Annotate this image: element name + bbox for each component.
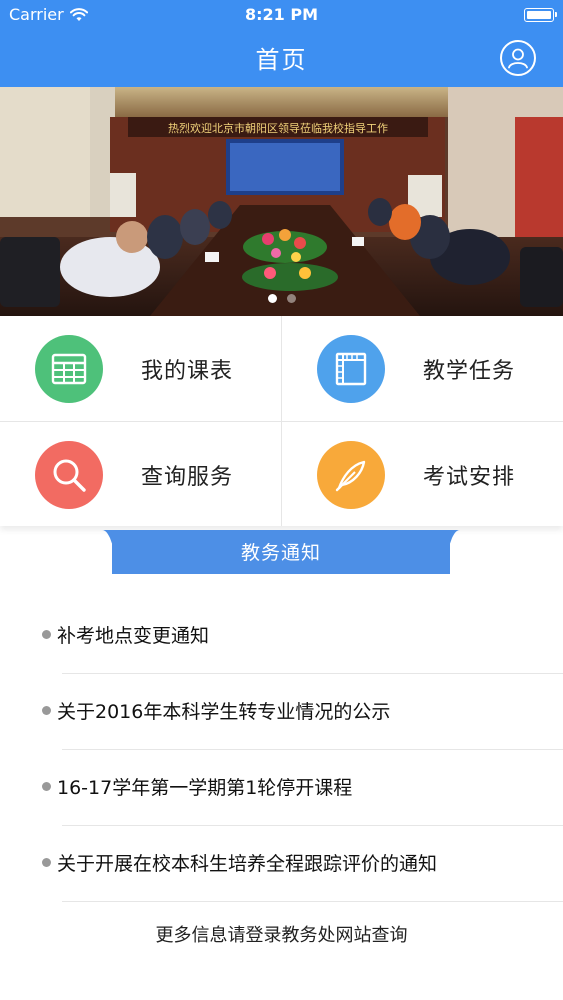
- feature-menu: 我的课表 教学任务 查询服务 考试安排: [0, 316, 563, 526]
- carousel-dot-2[interactable]: [286, 294, 296, 303]
- menu-icon-bg: [317, 334, 385, 403]
- menu-label: 查询服务: [141, 464, 234, 490]
- status-time: 8:21 PM: [244, 5, 318, 24]
- notice-section-header: 教务通知: [92, 530, 470, 574]
- notice-text: 关于开展在校本科生培养全程跟踪评价的通知: [57, 853, 438, 875]
- menu-label: 教学任务: [423, 358, 516, 384]
- menu-icon-bg: [35, 334, 103, 403]
- carousel-dot-1[interactable]: [267, 294, 277, 303]
- menu-my-schedule[interactable]: 我的课表: [0, 316, 281, 421]
- bullet-icon: [42, 858, 51, 867]
- banner-sign: 热烈欢迎北京市朝阳区领导莅临我校指导工作: [168, 121, 388, 135]
- menu-label: 考试安排: [423, 464, 516, 490]
- feather-pen-icon: [335, 460, 366, 491]
- menu-label: 我的课表: [141, 358, 234, 384]
- row-divider: [62, 901, 563, 902]
- page-title: 首页: [255, 46, 308, 74]
- menu-icon-bg: [35, 440, 103, 509]
- list-item[interactable]: 补考地点变更通知: [0, 598, 563, 674]
- menu-query-service[interactable]: 查询服务: [0, 422, 281, 527]
- profile-button[interactable]: [500, 40, 536, 76]
- calendar-grid-icon: [51, 353, 87, 384]
- notice-list: 补考地点变更通知 关于2016年本科学生转专业情况的公示 16-17学年第一学期…: [0, 598, 563, 902]
- list-item[interactable]: 16-17学年第一学期第1轮停开课程: [0, 750, 563, 826]
- notice-text: 16-17学年第一学期第1轮停开课程: [57, 777, 353, 799]
- bullet-icon: [42, 782, 51, 791]
- list-item[interactable]: 关于2016年本科学生转专业情况的公示: [0, 674, 563, 750]
- app-screen: Carrier 8:21 PM 首页 热烈欢迎北京市朝阳区领导莅临我校指导工作 …: [0, 0, 563, 1000]
- bullet-icon: [42, 630, 51, 639]
- menu-exam-schedule[interactable]: 考试安排: [282, 422, 563, 527]
- header-bar: Carrier 8:21 PM 首页: [0, 0, 563, 87]
- notice-text: 补考地点变更通知: [57, 625, 210, 647]
- notebook-icon: [335, 352, 367, 385]
- list-item[interactable]: 关于开展在校本科生培养全程跟踪评价的通知: [0, 826, 563, 902]
- notice-section-title: 教务通知: [240, 542, 321, 564]
- user-circle-icon: [508, 48, 528, 69]
- banner-image: 热烈欢迎北京市朝阳区领导莅临我校指导工作: [0, 87, 563, 316]
- carousel-indicator: [0, 294, 563, 303]
- battery-icon: [524, 8, 557, 22]
- status-bar: Carrier 8:21 PM: [0, 0, 563, 30]
- menu-icon-bg: [317, 440, 385, 509]
- notice-text: 关于2016年本科学生转专业情况的公示: [57, 701, 391, 723]
- menu-teaching-tasks[interactable]: 教学任务: [282, 316, 563, 421]
- footer-note: 更多信息请登录教务处网站查询: [155, 925, 408, 946]
- bullet-icon: [42, 706, 51, 715]
- search-icon: [53, 459, 86, 492]
- banner-carousel[interactable]: 热烈欢迎北京市朝阳区领导莅临我校指导工作: [0, 87, 563, 316]
